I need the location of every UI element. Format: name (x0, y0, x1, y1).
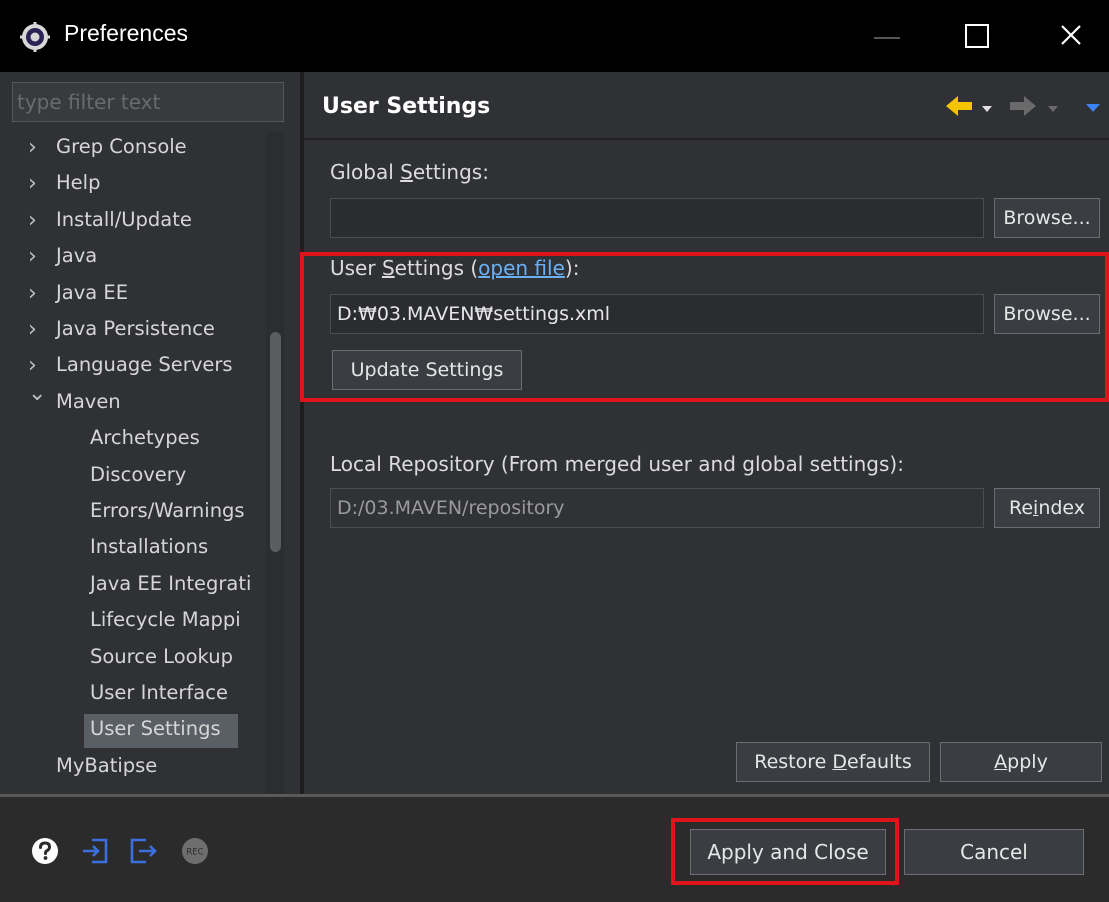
forward-dropdown-icon[interactable] (1048, 106, 1058, 112)
history-nav (946, 96, 1100, 116)
tree-item[interactable]: Archetypes (0, 423, 270, 459)
record-icon[interactable]: REC (180, 836, 210, 866)
tree-item[interactable]: Lifecycle Mappi (0, 605, 270, 641)
tree-item-label: MyBatipse (56, 753, 158, 777)
tree-item-label: User Settings (90, 717, 221, 741)
chevron-right-icon[interactable]: › (28, 171, 37, 196)
tree-item-label: Java (56, 244, 98, 268)
chevron-right-icon[interactable]: › (28, 353, 37, 378)
view-menu-icon[interactable] (1086, 104, 1100, 112)
tree-item-label: Java Persistence (56, 317, 215, 340)
tree-item[interactable]: › Help (0, 168, 270, 204)
tree-item-label: Maven (56, 389, 121, 413)
tree-item-label: Help (56, 171, 101, 195)
tree-item[interactable]: Errors/Warnings (0, 496, 270, 532)
local-repository-label: Local Repository (From merged user and g… (330, 452, 904, 476)
tree-item-label: Java EE Integrati (90, 571, 252, 595)
tree-item[interactable]: › Java (0, 241, 270, 277)
chevron-right-icon[interactable]: › (28, 317, 37, 342)
restore-defaults-button[interactable]: Restore Defaults (736, 742, 930, 782)
global-settings-field[interactable] (330, 198, 984, 238)
tree-item-label: Source Lookup (90, 644, 233, 668)
tree-item[interactable]: ⌄ Maven (0, 381, 270, 423)
tree-item[interactable]: Discovery (0, 460, 270, 496)
global-browse-button[interactable]: Browse... (994, 198, 1100, 238)
forward-arrow-icon[interactable] (1010, 96, 1036, 116)
maximize-button[interactable] (965, 24, 989, 48)
chevron-right-icon[interactable]: › (28, 208, 37, 233)
tree-item[interactable]: User Settings (0, 714, 270, 750)
tree-item-label: Installations (90, 535, 209, 559)
back-dropdown-icon[interactable] (982, 106, 992, 112)
title-bar: Preferences (0, 0, 1109, 72)
minimize-button[interactable] (874, 37, 900, 39)
chevron-right-icon[interactable]: › (28, 281, 37, 306)
filter-input[interactable] (12, 82, 284, 122)
close-icon[interactable] (1056, 20, 1086, 50)
apply-close-highlight (671, 818, 899, 885)
tree-item[interactable]: › Java Persistence (0, 314, 270, 350)
back-arrow-icon[interactable] (946, 96, 972, 116)
cancel-button[interactable]: Cancel (904, 829, 1084, 875)
import-icon[interactable] (80, 836, 110, 866)
tree-item[interactable]: › Install/Update (0, 205, 270, 241)
record-badge-text: REC (186, 848, 203, 858)
dialog-footer: REC Apply and Close Cancel (0, 797, 1109, 902)
header-separator (304, 138, 1109, 140)
tree-item[interactable]: › Java EE (0, 278, 270, 314)
eclipse-gear-icon (20, 22, 50, 52)
tree-item-label: Grep Console (56, 135, 187, 158)
tree-item-label: Java EE (56, 280, 129, 304)
apply-button[interactable]: Apply (940, 742, 1102, 782)
local-repository-field (330, 488, 984, 528)
tree-item[interactable]: › Grep Console (0, 132, 270, 168)
reindex-button[interactable]: Reindex (994, 488, 1100, 528)
preferences-tree: › Grep Console › Help › Install/Update › Java › J… (0, 132, 270, 794)
user-settings-highlight (300, 252, 1109, 402)
chevron-right-icon[interactable]: › (28, 244, 37, 269)
tree-item-label: Language Servers (56, 353, 233, 377)
tree-item-label: Archetypes (90, 426, 200, 450)
tree-item[interactable]: MyBatipse (0, 751, 270, 787)
chevron-down-icon[interactable]: ⌄ (28, 381, 46, 406)
tree-item-label: User Interface (90, 681, 228, 704)
preferences-tree-pane: › Grep Console › Help › Install/Update › Java › J… (0, 72, 300, 794)
export-icon[interactable] (128, 836, 158, 866)
tree-item[interactable]: Source Lookup (0, 642, 270, 678)
tree-item-label: Lifecycle Mappi (90, 608, 241, 632)
tree-item[interactable]: Installations (0, 532, 270, 568)
tree-item-label: Discovery (90, 462, 187, 486)
window-title: Preferences (64, 20, 189, 46)
tree-item-label: Errors/Warnings (90, 499, 245, 522)
chevron-right-icon[interactable]: › (28, 135, 37, 160)
help-icon[interactable] (30, 836, 60, 866)
global-settings-label: Global Settings: (330, 160, 489, 184)
tree-item[interactable]: Java EE Integrati (0, 569, 270, 605)
settings-page: User Settings Global Settings: Browse...… (304, 72, 1109, 794)
tree-scrollbar-thumb[interactable] (270, 332, 281, 552)
tree-item-label: Install/Update (56, 207, 192, 231)
page-title: User Settings (322, 94, 491, 119)
tree-item[interactable]: User Interface (0, 678, 270, 714)
